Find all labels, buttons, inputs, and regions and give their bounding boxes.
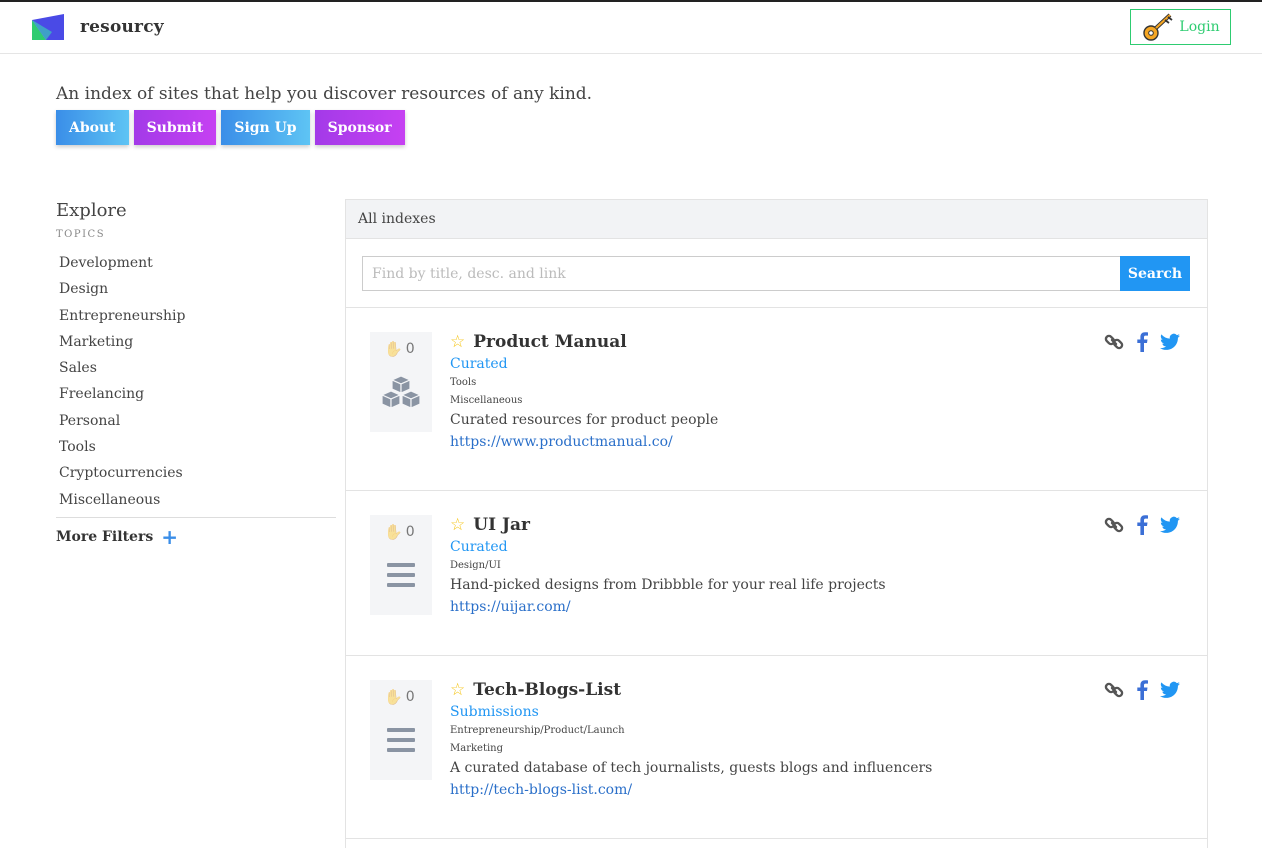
star-icon[interactable]: ☆: [450, 332, 465, 352]
item-url[interactable]: http://tech-blogs-list.com/: [450, 782, 932, 798]
navbar: resourcy Login: [0, 2, 1262, 54]
vote-count: 0: [405, 524, 415, 540]
sidebar-item-personal[interactable]: Personal: [56, 408, 336, 434]
item-tag: Entrepreneurship/Product/Launch: [450, 725, 625, 736]
clap-icon: ✋: [384, 523, 403, 541]
login-label: Login: [1179, 19, 1220, 35]
list-item: ✋ 0 ☆ UI Jar Curated Design/UI Hand-pick…: [346, 491, 1207, 656]
vote-count: 0: [405, 689, 415, 705]
panel-heading: All indexes: [346, 200, 1207, 239]
upvote-button[interactable]: ✋ 0: [384, 688, 415, 706]
twitter-icon[interactable]: [1160, 516, 1180, 534]
sidebar-item-tools[interactable]: Tools: [56, 434, 336, 460]
sign-up-button[interactable]: Sign Up: [221, 110, 310, 145]
item-title-row: ☆ UI Jar: [450, 515, 886, 535]
link-icon[interactable]: [1104, 680, 1124, 700]
item-title[interactable]: UI Jar: [473, 515, 530, 535]
item-title-row: ☆ Product Manual: [450, 332, 718, 352]
sidebar-item-cryptocurrencies[interactable]: Cryptocurrencies: [56, 460, 336, 486]
list-item: ✋ 0 ☆ Product Manual Curated Tools Misce…: [346, 308, 1207, 491]
item-title-row: ☆ Tech-Blogs-List: [450, 680, 932, 700]
sidebar: Explore TOPICS Development Design Entrep…: [56, 200, 336, 547]
key-icon: [1143, 13, 1173, 41]
item-description: Curated resources for product people: [450, 412, 719, 428]
item-category[interactable]: Curated: [450, 539, 886, 555]
brand-name: resourcy: [80, 17, 164, 37]
facebook-icon[interactable]: [1136, 680, 1148, 700]
clap-icon: ✋: [384, 340, 403, 358]
star-icon[interactable]: ☆: [450, 680, 465, 700]
topic-list: Development Design Entrepreneurship Mark…: [56, 250, 336, 513]
sidebar-item-entrepreneurship[interactable]: Entrepreneurship: [56, 303, 336, 329]
item-category[interactable]: Submissions: [450, 704, 932, 720]
item-thumbnail: ✋ 0: [370, 680, 432, 780]
indexes-panel: All indexes Search ✋ 0: [345, 199, 1208, 848]
upvote-button[interactable]: ✋ 0: [384, 523, 415, 541]
list-icon: [387, 563, 415, 587]
item-info: ☆ Product Manual Curated Tools Miscellan…: [450, 332, 718, 450]
sidebar-title: Explore: [56, 200, 127, 221]
tagline: An index of sites that help you discover…: [56, 84, 593, 104]
share-actions: [1104, 680, 1180, 700]
more-filters-button[interactable]: More Filters +: [56, 527, 336, 547]
item-url[interactable]: https://uijar.com/: [450, 599, 886, 615]
brand[interactable]: resourcy: [32, 14, 164, 40]
star-icon[interactable]: ☆: [450, 515, 465, 535]
share-actions: [1104, 332, 1180, 352]
list-item: ✋ 0 ☆ Tech-Blogs-List Submissions Entrep…: [346, 656, 1207, 839]
cubes-icon: [380, 375, 422, 409]
more-filters-label: More Filters: [56, 528, 154, 545]
item-tag: Miscellaneous: [450, 395, 523, 406]
facebook-icon[interactable]: [1136, 332, 1148, 352]
item-title[interactable]: Tech-Blogs-List: [473, 680, 621, 700]
about-button[interactable]: About: [56, 110, 129, 145]
twitter-icon[interactable]: [1160, 681, 1180, 699]
facebook-icon[interactable]: [1136, 515, 1148, 535]
item-tag: Tools: [450, 377, 477, 388]
sidebar-item-freelancing[interactable]: Freelancing: [56, 381, 336, 407]
twitter-icon[interactable]: [1160, 333, 1180, 351]
sidebar-item-sales[interactable]: Sales: [56, 355, 336, 381]
sidebar-item-development[interactable]: Development: [56, 250, 336, 276]
item-tag: Design/UI: [450, 560, 501, 571]
search-button[interactable]: Search: [1120, 256, 1190, 291]
list-icon: [387, 728, 415, 752]
sidebar-item-marketing[interactable]: Marketing: [56, 329, 336, 355]
clap-icon: ✋: [384, 688, 403, 706]
item-tag: Marketing: [450, 743, 504, 754]
hero-buttons: About Submit Sign Up Sponsor: [56, 110, 405, 145]
sponsor-button[interactable]: Sponsor: [314, 110, 405, 145]
link-icon[interactable]: [1104, 515, 1124, 535]
submit-button[interactable]: Submit: [133, 110, 217, 145]
sidebar-item-design[interactable]: Design: [56, 276, 336, 302]
login-button[interactable]: Login: [1130, 9, 1231, 45]
link-icon[interactable]: [1104, 332, 1124, 352]
item-description: A curated database of tech journalists, …: [450, 760, 933, 776]
item-info: ☆ Tech-Blogs-List Submissions Entreprene…: [450, 680, 932, 798]
vote-count: 0: [405, 341, 415, 357]
item-description: Hand-picked designs from Dribbble for yo…: [450, 577, 886, 593]
item-category[interactable]: Curated: [450, 356, 718, 372]
item-info: ☆ UI Jar Curated Design/UI Hand-picked d…: [450, 515, 886, 615]
upvote-button[interactable]: ✋ 0: [384, 340, 415, 358]
sidebar-item-miscellaneous[interactable]: Miscellaneous: [56, 487, 336, 513]
item-thumbnail: ✋ 0: [370, 515, 432, 615]
item-title[interactable]: Product Manual: [473, 332, 626, 352]
search-row: Search: [346, 239, 1207, 308]
item-url[interactable]: https://www.productmanual.co/: [450, 434, 718, 450]
share-actions: [1104, 515, 1180, 535]
item-thumbnail: ✋ 0: [370, 332, 432, 432]
brand-logo-icon: [32, 14, 64, 40]
sidebar-divider: [56, 516, 336, 518]
topics-label: TOPICS: [56, 229, 106, 240]
search-input[interactable]: [362, 256, 1121, 291]
plus-icon: +: [161, 524, 178, 549]
